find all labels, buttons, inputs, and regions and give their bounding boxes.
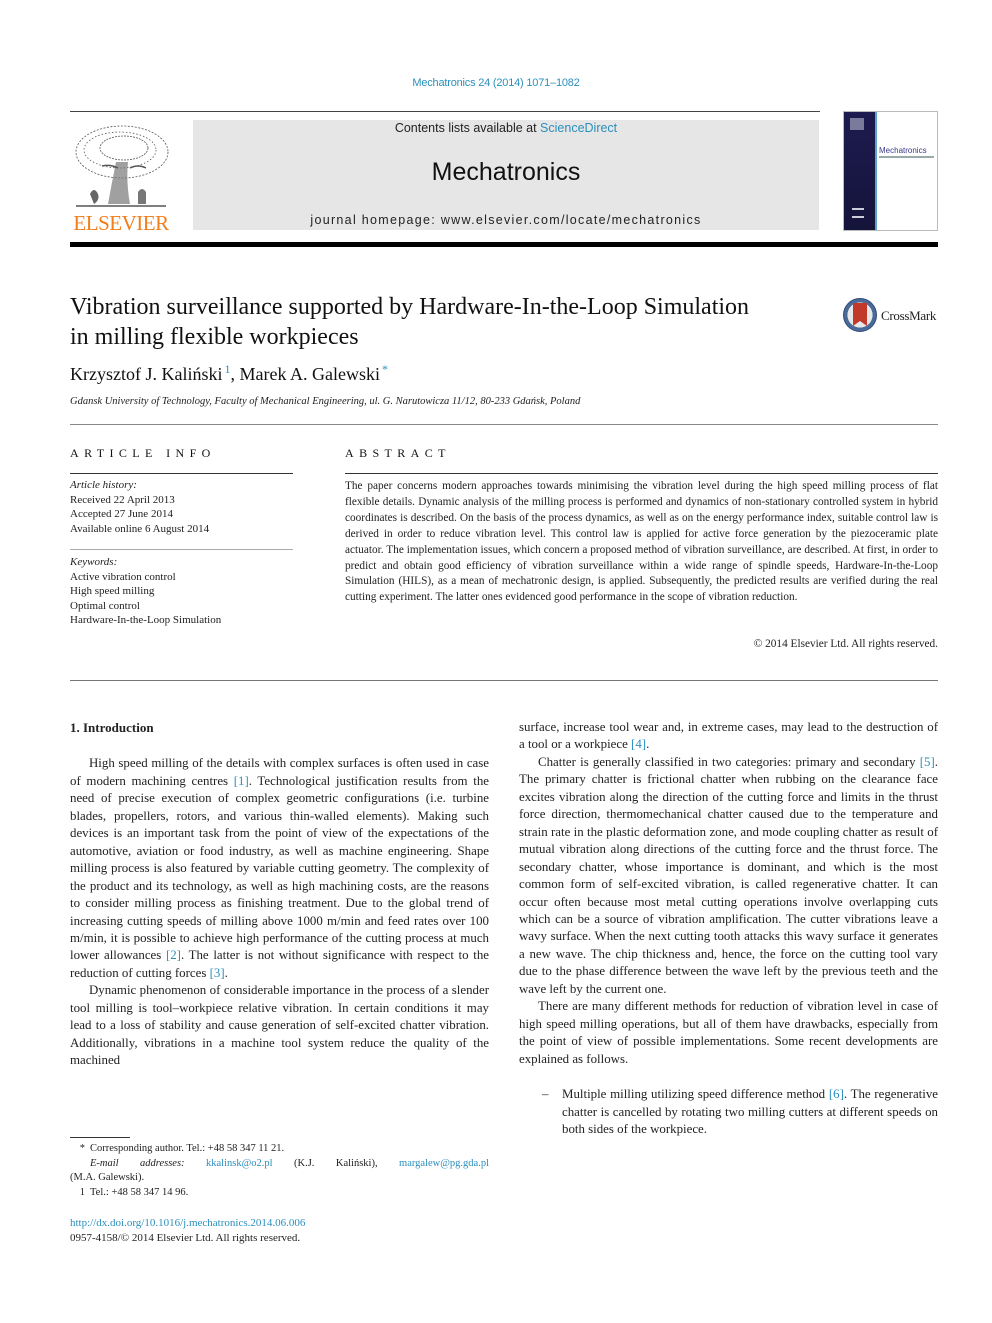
cover-society-icon xyxy=(852,208,864,218)
email-owner: (K.J. Kaliński), xyxy=(272,1157,400,1169)
affiliation-divider xyxy=(70,424,938,425)
article-title-line-2: in milling flexible workpieces xyxy=(70,324,359,350)
article-info-divider xyxy=(70,473,293,474)
body-divider xyxy=(70,680,938,681)
cover-emblem-icon xyxy=(850,118,864,130)
history-item: Received 22 April 2013 xyxy=(70,493,175,506)
abstract-divider xyxy=(345,473,938,474)
paragraph-text: Chatter is generally classified in two c… xyxy=(538,754,920,769)
author-name[interactable]: Krzysztof J. Kaliński xyxy=(70,364,222,384)
journal-cover-thumbnail[interactable]: Mechatronics xyxy=(843,111,938,231)
citation-link[interactable]: [1] xyxy=(234,774,249,788)
abstract-heading: ABSTRACT xyxy=(345,446,451,460)
cover-title: Mechatronics xyxy=(879,146,927,155)
author-list: Krzysztof J. Kaliński 1, Marek A. Galewsk… xyxy=(70,362,388,385)
citation-link[interactable]: [3] xyxy=(210,966,225,980)
keywords-label: Keywords: xyxy=(70,556,118,568)
cover-spine-stripe xyxy=(875,112,877,230)
article-history-label: Article history: xyxy=(70,479,137,491)
affiliation: Gdansk University of Technology, Faculty… xyxy=(70,396,581,407)
body-column-left: 1. Introduction High speed milling of th… xyxy=(70,719,489,1070)
history-item: Available online 6 August 2014 xyxy=(70,522,210,535)
footnote-emails: E-mail addresses: kkalinsk@o2.pl (K.J. K… xyxy=(70,1157,489,1172)
body-paragraph: Dynamic phenomenon of considerable impor… xyxy=(70,983,489,1068)
homepage-prefix: journal homepage: xyxy=(310,213,441,227)
citation-link[interactable]: [6] xyxy=(829,1087,844,1101)
article-title: Vibration surveillance supported by Hard… xyxy=(70,292,830,352)
abstract-text: The paper concerns modern approaches tow… xyxy=(345,480,938,604)
footnote-email-owner: (M.A. Galewski). xyxy=(70,1172,145,1183)
corresponding-author-mark[interactable]: * xyxy=(382,362,388,376)
list-item: – Multiple milling utilizing speed differ… xyxy=(519,1086,938,1138)
author-name[interactable]: Marek A. Galewski xyxy=(239,364,379,384)
abstract-copyright: © 2014 Elsevier Ltd. All rights reserved… xyxy=(753,638,938,650)
section-heading: 1. Introduction xyxy=(70,720,154,735)
email-link[interactable]: margalew@pg.gda.pl xyxy=(399,1158,489,1169)
keyword-item: Active vibration control xyxy=(70,570,176,583)
citation-link[interactable]: [5] xyxy=(920,755,935,769)
paragraph-text: . Technological justi­fication results f… xyxy=(70,773,489,963)
keyword-item: Hardware-In-the-Loop Simulation xyxy=(70,614,222,626)
footnote-mark: 1 xyxy=(79,1186,85,1198)
elsevier-logo[interactable]: ELSEVIER xyxy=(70,120,172,235)
journal-title: Mechatronics xyxy=(431,158,581,186)
email-label: E-mail addresses: xyxy=(90,1157,185,1169)
sciencedirect-link[interactable]: ScienceDirect xyxy=(540,121,617,135)
elsevier-wordmark: ELSEVIER xyxy=(73,211,169,235)
issn-line: 0957-4158/© 2014 Elsevier Ltd. All right… xyxy=(70,1231,301,1244)
paragraph-text: surface, increase tool wear and, in extr… xyxy=(519,720,938,752)
footnote-rule xyxy=(70,1137,130,1138)
body-column-right: surface, increase tool wear and, in extr… xyxy=(519,719,938,1138)
footnote-corresponding: * Corresponding author. Tel.: +48 58 347 … xyxy=(70,1142,489,1157)
contents-prefix: Contents lists available at xyxy=(394,121,541,135)
footnote-mark: * xyxy=(79,1143,85,1154)
body-paragraph: surface, increase tool wear and, in extr… xyxy=(519,719,938,754)
journal-masthead: Contents lists available at ScienceDirec… xyxy=(193,120,819,230)
list-item-text: Multiple milling utilizing speed differe… xyxy=(562,1087,829,1102)
citation-link[interactable]: [4] xyxy=(631,737,646,751)
paragraph-text: . xyxy=(224,965,228,980)
header-thick-rule xyxy=(70,242,938,247)
history-item: Accepted 27 June 2014 xyxy=(70,508,173,520)
footnotes: * Corresponding author. Tel.: +48 58 347 … xyxy=(70,1142,489,1200)
footnote-text: Corresponding author. Tel.: +48 58 347 1… xyxy=(90,1143,285,1154)
article-history: Article history: Received 22 April 2013 … xyxy=(70,478,300,536)
paragraph-text: . The primary chatter is frictional chat… xyxy=(519,754,938,996)
header-divider xyxy=(70,111,820,112)
footnote-1: 1 Tel.: +48 58 347 14 96. xyxy=(70,1186,489,1201)
keywords-divider xyxy=(70,549,293,550)
keyword-item: Optimal control xyxy=(70,599,140,612)
homepage-url-link[interactable]: www.elsevier.com/locate/mechatronics xyxy=(441,213,702,227)
citation-link[interactable]: [2] xyxy=(166,948,181,962)
email-link[interactable]: kkalinsk@o2.pl xyxy=(206,1158,273,1169)
body-paragraph: Chatter is generally classified in two c… xyxy=(519,754,938,998)
body-paragraph: High speed milling of the details with c… xyxy=(70,755,489,982)
article-info-heading: ARTICLE INFO xyxy=(70,446,216,460)
crossmark-label: CrossMark xyxy=(881,308,937,323)
doi-link[interactable]: http://dx.doi.org/10.1016/j.mechatronics… xyxy=(70,1216,305,1231)
paragraph-text: . xyxy=(646,737,650,752)
list-dash: – xyxy=(542,1087,549,1102)
body-paragraph: There are many different methods for red… xyxy=(519,999,938,1066)
journal-reference-link[interactable]: Mechatronics 24 (2014) 1071–1082 xyxy=(0,77,992,89)
article-title-line-1: Vibration surveillance supported by Hard… xyxy=(70,294,750,320)
keyword-item: High speed milling xyxy=(70,585,155,597)
journal-homepage: journal homepage: www.elsevier.com/locat… xyxy=(193,213,819,227)
keywords: Keywords: Active vibration control High … xyxy=(70,555,300,628)
elsevier-tree-icon xyxy=(75,125,169,207)
footnote-text: Tel.: +48 58 347 14 96. xyxy=(90,1186,189,1198)
contents-line: Contents lists available at ScienceDirec… xyxy=(193,121,819,135)
doi-block: http://dx.doi.org/10.1016/j.mechatronics… xyxy=(70,1216,305,1245)
crossmark-button[interactable]: CrossMark xyxy=(843,298,943,334)
cover-subtitle-line xyxy=(879,156,934,158)
